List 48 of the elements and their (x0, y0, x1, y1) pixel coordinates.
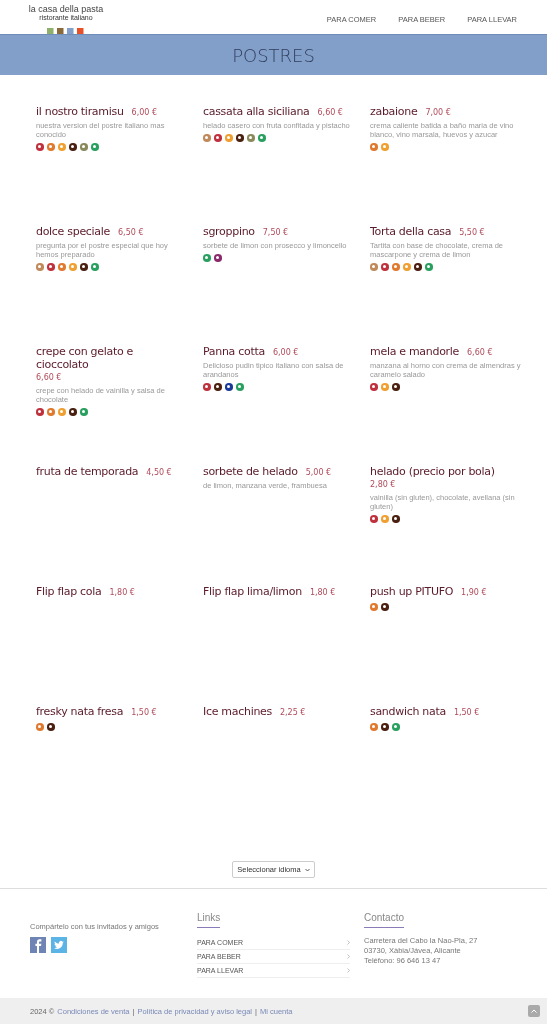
dish-name: crepe con gelato e cioccolato (36, 345, 135, 371)
dish-price: 6,50 € (118, 227, 144, 239)
dish-name: fruta de temporada (36, 465, 139, 478)
dish-name: Panna cotta (203, 345, 265, 358)
dish-price: 4,50 € (146, 467, 172, 479)
dish-name: Torta della casa (370, 225, 452, 238)
links-heading: Links (197, 912, 221, 928)
chevron-icon (347, 968, 350, 973)
chevron-icon (347, 940, 350, 945)
dish-name: helado (precio por bola) (370, 465, 495, 478)
dish-name: sandwich nata (370, 705, 446, 718)
scroll-top-button[interactable] (528, 1005, 540, 1017)
logo-title: la casa della pasta (28, 4, 104, 14)
dish-name: sorbete de helado (203, 465, 298, 478)
dish-price: 1,80 € (309, 587, 336, 599)
dish-price: 2,80 € (370, 479, 396, 491)
dish-name: cassata alla siciliana (203, 105, 310, 118)
dish-price: 6,00 € (272, 347, 299, 359)
dish-name: sgroppino (203, 225, 255, 238)
dish-price: 6,60 € (36, 372, 62, 384)
dish-name: fresky nata fresa (36, 705, 124, 718)
dish-name: zabaione (370, 105, 418, 118)
dish-name: Ice machines (203, 705, 272, 718)
facebook-icon[interactable] (30, 937, 46, 953)
dish-price: 7,50 € (262, 227, 289, 239)
dish-name: dolce speciale (36, 225, 111, 238)
dish-price: 5,00 € (305, 467, 332, 479)
dish-price: 2,25 € (279, 707, 306, 719)
dish-price: 1,50 € (453, 707, 480, 719)
dish-price: 1,90 € (461, 587, 487, 599)
dish-price: 1,80 € (109, 587, 135, 599)
dish-price: 6,60 € (317, 107, 343, 119)
page-title: POSTRES (232, 44, 315, 66)
chevron-icon (347, 954, 350, 959)
dish-price: 6,60 € (467, 347, 493, 359)
twitter-icon[interactable] (51, 937, 67, 953)
dish-name: push up PITUFO (370, 585, 454, 598)
dish-price: 6,00 € (131, 107, 158, 119)
dish-name: il nostro tiramisu (36, 105, 124, 118)
contact-heading: Contacto (364, 912, 405, 928)
caret-icon (304, 867, 310, 872)
dish-price: 5,50 € (459, 227, 485, 239)
dish-name: mela e mandorle (370, 345, 460, 358)
dish-name: Flip flap cola (36, 585, 102, 598)
dish-price: 1,50 € (131, 707, 157, 719)
chevron-up-icon (531, 1009, 537, 1013)
dish-price: 7,00 € (425, 107, 451, 119)
dish-name: Flip flap lima/limon (203, 585, 302, 598)
